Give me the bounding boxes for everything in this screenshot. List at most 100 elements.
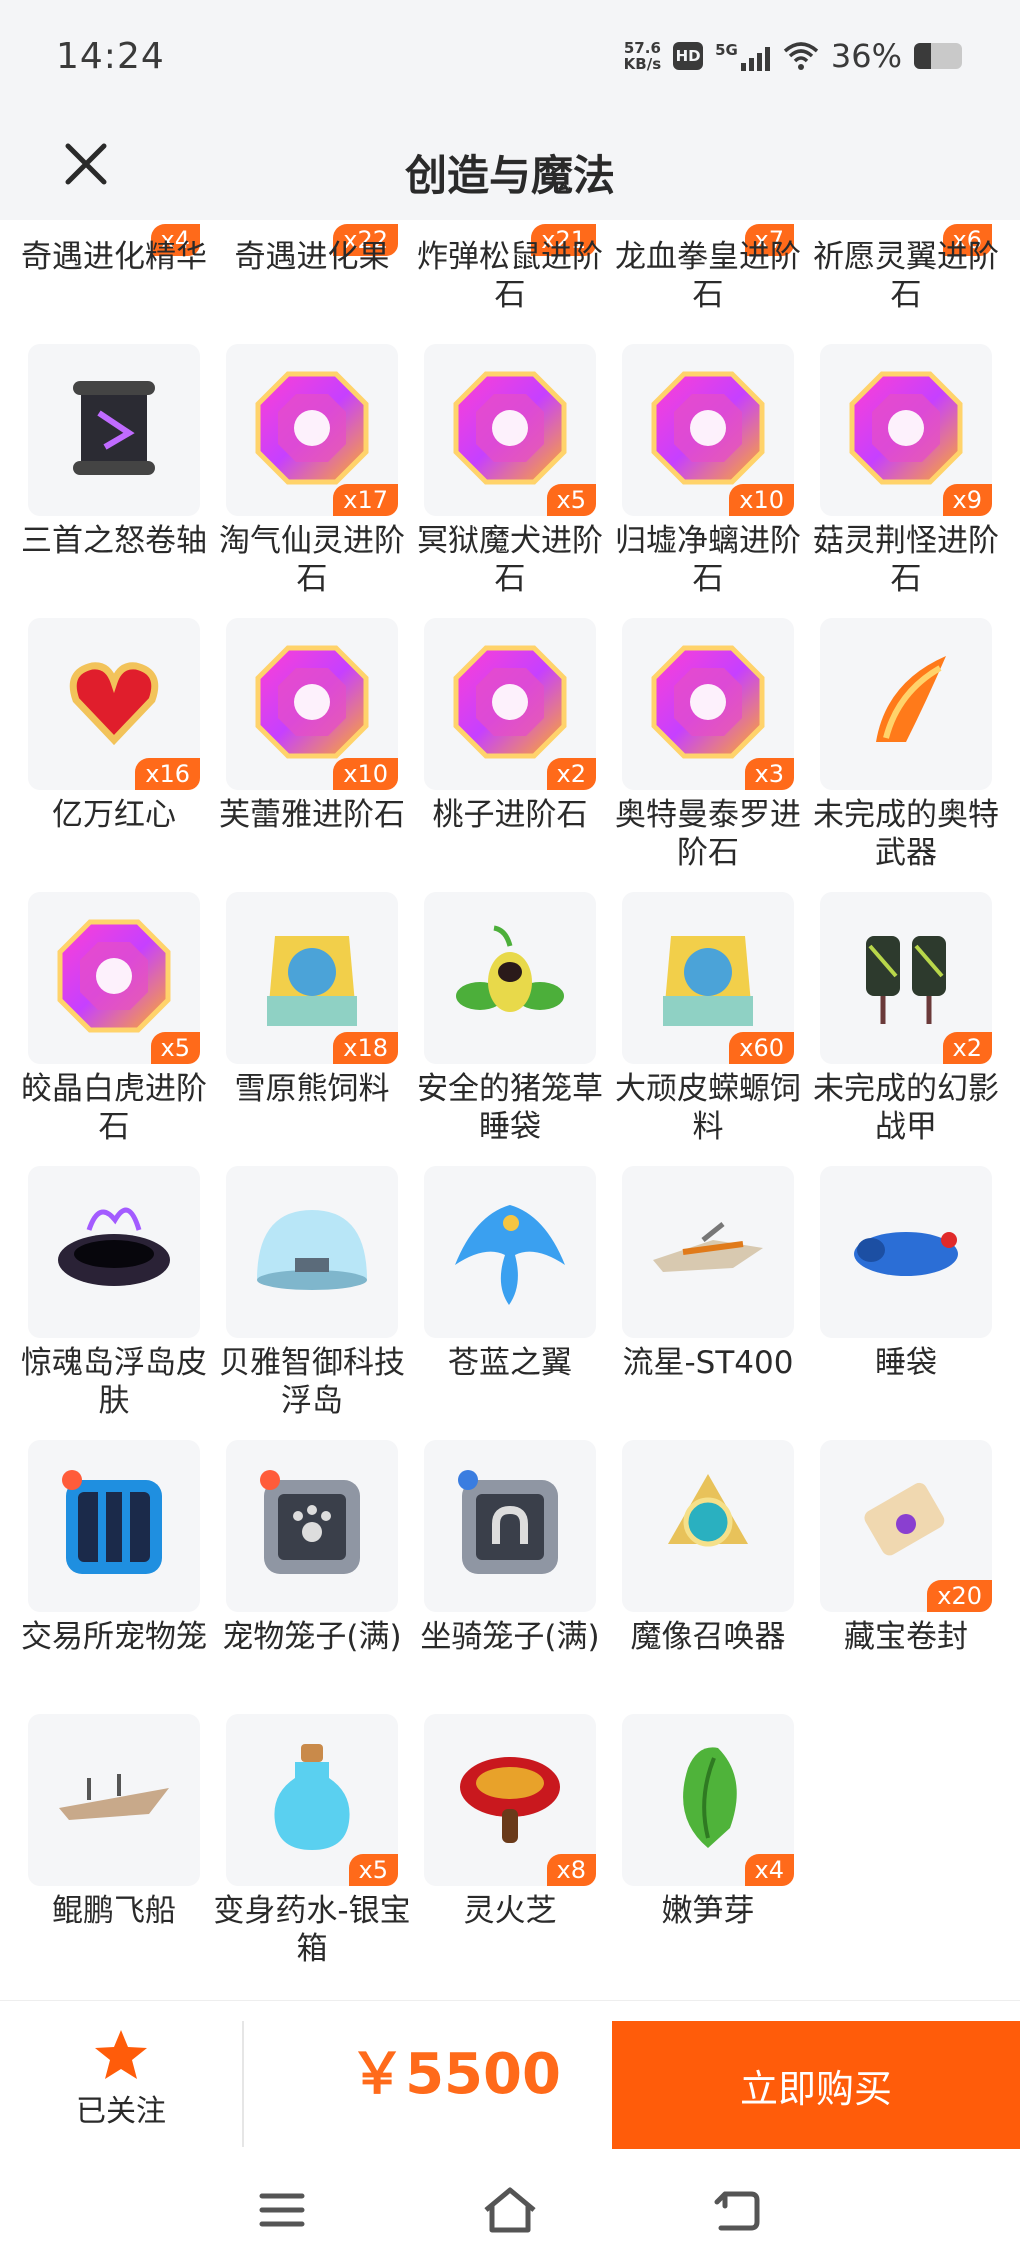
item-quantity: x3 (744, 758, 794, 790)
item-thumbnail (28, 1440, 200, 1612)
item-thumbnail (820, 618, 992, 790)
item-name: 贝雅智御科技浮岛 (219, 1345, 405, 1419)
item-name: 变身药水-银宝箱 (213, 1893, 411, 1967)
gem-icon (54, 916, 174, 1040)
item-thumbnail (226, 1440, 398, 1612)
item-name: 惊魂岛浮岛皮肤 (21, 1345, 207, 1419)
mount-cage-icon (450, 1464, 570, 1588)
gem-icon (450, 642, 570, 766)
phoenix-icon (445, 1185, 575, 1319)
item-thumbnail (820, 1166, 992, 1338)
item-name: 奥特曼泰罗进阶石 (615, 797, 801, 871)
paw-cage-icon (252, 1464, 372, 1588)
menu-icon (259, 2193, 305, 2227)
item-thumbnail: x2 (424, 618, 596, 790)
item-name: 皎晶白虎进阶石 (21, 1071, 207, 1145)
battery-percent: 36% (830, 37, 902, 75)
page-title: 创造与魔法 (404, 151, 615, 200)
item-name: 宠物笼子(满) (222, 1619, 402, 1655)
item-quantity: x2 (546, 758, 596, 790)
item-name: 未完成的奥特武器 (813, 797, 999, 871)
island-icon (49, 1190, 179, 1314)
item-name: 炸弹松鼠进阶石 (417, 239, 603, 313)
menu-button[interactable] (246, 2180, 318, 2240)
item-name: 坐骑笼子(满) (420, 1619, 600, 1655)
item-name: 雪原熊饲料 (234, 1071, 390, 1107)
gem-icon (648, 368, 768, 492)
item-name: 祈愿灵翼进阶石 (813, 239, 999, 313)
back-button[interactable] (700, 2180, 772, 2240)
home-icon (484, 2187, 536, 2233)
item-thumbnail (622, 1166, 794, 1338)
signal-icon: 5G (715, 41, 771, 71)
item-thumbnail: x8 (424, 1714, 596, 1886)
item-name: 鲲鹏飞船 (52, 1893, 176, 1929)
gem-icon (846, 368, 966, 492)
battery-level-fill (914, 43, 932, 69)
potion-icon (257, 1738, 367, 1862)
item-row: 鲲鹏飞船 x5 变身药水-银宝箱 x8 灵火芝 x4 嫩笋芽 (0, 1714, 1020, 1988)
divider (242, 2021, 244, 2147)
item-quantity: x9 (942, 484, 992, 516)
item-quantity: x8 (546, 1854, 596, 1886)
plant-icon (450, 916, 570, 1040)
network-speed-value: 57.6 (623, 39, 661, 57)
airship-icon (49, 1748, 179, 1852)
item-thumbnail: x4 (622, 1714, 794, 1886)
back-icon (714, 2191, 760, 2231)
item-thumbnail: x10 (622, 344, 794, 516)
item-grid-scroll[interactable]: x4 奇遇进化精华 x22 奇遇进化果 x21 炸弹松鼠进阶石 x7 龙血拳皇进… (0, 220, 1020, 2000)
item-thumbnail: x3 (622, 618, 794, 790)
gem-icon (252, 642, 372, 766)
item-thumbnail: x17 (226, 344, 398, 516)
home-button[interactable] (474, 2180, 546, 2240)
price: ￥5500 (349, 2041, 561, 2107)
item-name: 魔像召唤器 (630, 1619, 786, 1655)
item-row: 惊魂岛浮岛皮肤 贝雅智御科技浮岛 苍蓝之翼 流星-ST400 睡袋 (0, 1166, 1020, 1440)
item-thumbnail (28, 1166, 200, 1338)
item-name: 冥狱魔犬进阶石 (417, 523, 603, 597)
item-quantity: x10 (333, 758, 398, 790)
item-name: 三首之怒卷轴 (21, 523, 207, 559)
item-name: 芙蕾雅进阶石 (219, 797, 405, 833)
item-name: 苍蓝之翼 (448, 1345, 572, 1381)
item-thumbnail: x5 (28, 892, 200, 1064)
item-name: 睡袋 (875, 1345, 937, 1381)
follow-label: 已关注 (76, 2094, 166, 2129)
item-name: 嫩笋芽 (661, 1893, 755, 1929)
star-icon (95, 2030, 147, 2079)
item-name: 未完成的幻影战甲 (813, 1071, 999, 1145)
item-quantity: x2 (942, 1032, 992, 1064)
item-thumbnail: x16 (28, 618, 200, 790)
item-row: 交易所宠物笼 宠物笼子(满) 坐骑笼子(满) 魔像召唤器 x20 藏宝卷封 (0, 1440, 1020, 1714)
item-name: 亿万红心 (52, 797, 176, 833)
pet-cage-icon (54, 1464, 174, 1588)
armor-icon (846, 916, 966, 1040)
item-thumbnail: x20 (820, 1440, 992, 1612)
feed-bag-icon (653, 916, 763, 1040)
hd-icon: HD (673, 42, 704, 70)
follow-button[interactable]: 已关注 (0, 2001, 242, 2157)
item-name: 交易所宠物笼 (21, 1619, 207, 1655)
item-row: 三首之怒卷轴 x17 淘气仙灵进阶石 x5 冥狱魔犬进阶石 x10 归墟净螭进阶石 x9 菇灵荆… (0, 344, 1020, 618)
item-thumbnail (28, 1714, 200, 1886)
bottom-action-bar: 已关注 ￥5500 立即购买 (0, 2000, 1020, 2156)
wifi-icon (783, 42, 819, 70)
buy-now-button[interactable]: 立即购买 (612, 2021, 1020, 2149)
item-name: 奇遇进化精华 (21, 239, 207, 275)
item-thumbnail: x9 (820, 344, 992, 516)
item-quantity: x5 (150, 1032, 200, 1064)
item-quantity: x5 (546, 484, 596, 516)
item-thumbnail: x5 (226, 1714, 398, 1886)
item-quantity: x10 (729, 484, 794, 516)
ship-icon (643, 1200, 773, 1304)
item-quantity: x5 (348, 1854, 398, 1886)
item-name: 归墟净螭进阶石 (615, 523, 801, 597)
system-navigation-bar (0, 2156, 1020, 2267)
gem-icon (648, 642, 768, 766)
heart-icon (64, 652, 164, 756)
item-row-top: x4 奇遇进化精华 x22 奇遇进化果 x21 炸弹松鼠进阶石 x7 龙血拳皇进… (0, 220, 1020, 320)
item-thumbnail: x2 (820, 892, 992, 1064)
item-thumbnail: x5 (424, 344, 596, 516)
item-thumbnail: x18 (226, 892, 398, 1064)
